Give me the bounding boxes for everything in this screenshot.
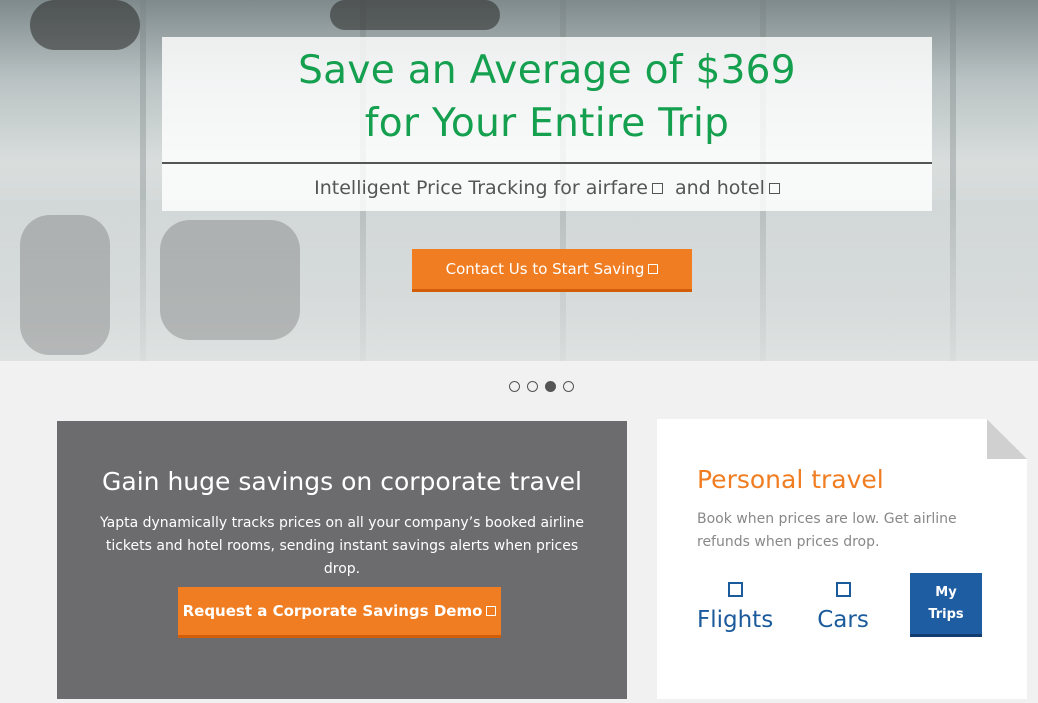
walking-legs [30,0,140,50]
hero-banner: Save an Average of $369 for Your Entire … [0,0,1038,361]
contact-us-button[interactable]: Contact Us to Start Saving [412,249,692,292]
flights-label: Flights [697,607,774,633]
reflection [20,215,110,355]
contact-us-label: Contact Us to Start Saving [445,260,645,278]
airfare-info-icon[interactable] [651,183,663,194]
arrow-icon [648,264,659,274]
corporate-heading: Gain huge savings on corporate travel [102,467,582,496]
luggage [330,0,500,30]
hero-title: Save an Average of $369 for Your Entire … [162,44,932,150]
reflection [160,220,300,340]
arrow-icon [486,606,497,616]
my-trips-line2: Trips [928,607,964,622]
cars-tab[interactable]: Cars [813,582,873,635]
personal-travel-panel: Personal travel Book when prices are low… [657,419,1027,699]
carousel-dot-1[interactable] [509,381,520,392]
hero-title-line2: for Your Entire Trip [364,101,730,146]
page-fold-corner [987,419,1027,459]
carousel-dot-3[interactable] [545,381,556,392]
my-trips-line1: My [935,585,957,600]
request-demo-button[interactable]: Request a Corporate Savings Demo [178,587,501,638]
cars-label: Cars [817,607,869,633]
hero-subtitle-hotel: and hotel [674,177,765,199]
hero-divider [162,162,932,164]
request-demo-label: Request a Corporate Savings Demo [182,602,483,620]
carousel-dot-4[interactable] [563,381,574,392]
hero-subtitle: Intelligent Price Tracking for airfare a… [162,174,932,202]
hero-subtitle-airfare: Intelligent Price Tracking for airfare [314,177,648,199]
corporate-travel-panel: Gain huge savings on corporate travel Ya… [57,421,627,699]
hero-title-line1: Save an Average of $369 [298,48,796,93]
flights-icon [727,582,743,597]
cars-icon [835,582,851,597]
my-trips-button[interactable]: My Trips [910,573,982,637]
carousel-indicators [509,381,574,392]
personal-heading: Personal travel [697,465,884,494]
hotel-info-icon[interactable] [768,183,780,194]
corporate-description: Yapta dynamically tracks prices on all y… [100,515,584,577]
personal-description: Book when prices are low. Get airline re… [697,511,957,550]
flights-tab[interactable]: Flights [697,582,773,635]
carousel-dot-2[interactable] [527,381,538,392]
